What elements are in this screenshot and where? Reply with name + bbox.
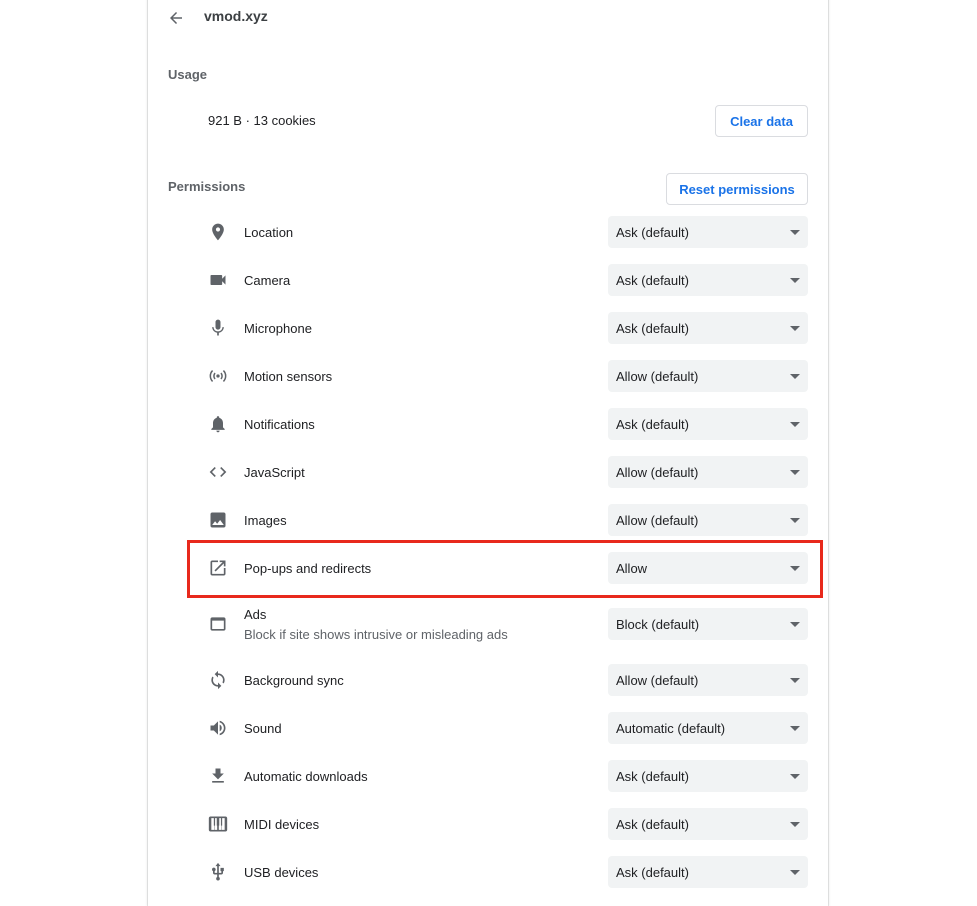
select-value: Allow (default) [616, 369, 699, 384]
permission-row-notifications: Notifications Ask (default) [148, 404, 828, 444]
notifications-select[interactable]: Ask (default) [608, 408, 808, 440]
permission-row-images: Images Allow (default) [148, 500, 828, 540]
permission-row-motion-sensors: Motion sensors Allow (default) [148, 356, 828, 396]
permission-row-popups: Pop-ups and redirects Allow [148, 548, 828, 588]
popups-select[interactable]: Allow [608, 552, 808, 584]
code-brackets-icon [206, 460, 230, 484]
images-select[interactable]: Allow (default) [608, 504, 808, 536]
speaker-icon [206, 716, 230, 740]
midi-devices-select[interactable]: Ask (default) [608, 808, 808, 840]
sound-select[interactable]: Automatic (default) [608, 712, 808, 744]
motion-sensors-icon [206, 364, 230, 388]
select-value: Ask (default) [616, 417, 689, 432]
permission-row-sound: Sound Automatic (default) [148, 708, 828, 748]
dropdown-arrow-icon [790, 278, 800, 283]
usb-icon [206, 860, 230, 884]
microphone-select[interactable]: Ask (default) [608, 312, 808, 344]
permission-label: Images [244, 513, 287, 528]
dropdown-arrow-icon [790, 726, 800, 731]
permission-label: USB devices [244, 865, 319, 880]
site-settings-card: vmod.xyz Usage 921 B · 13 cookies Clear … [148, 0, 828, 906]
image-icon [206, 508, 230, 532]
automatic-downloads-select[interactable]: Ask (default) [608, 760, 808, 792]
microphone-icon [206, 316, 230, 340]
bell-icon [206, 412, 230, 436]
dropdown-arrow-icon [790, 622, 800, 627]
dropdown-arrow-icon [790, 326, 800, 331]
permission-row-camera: Camera Ask (default) [148, 260, 828, 300]
permission-sublabel: Block if site shows intrusive or mislead… [244, 627, 508, 642]
dropdown-arrow-icon [790, 566, 800, 571]
back-button[interactable] [164, 6, 188, 30]
dropdown-arrow-icon [790, 230, 800, 235]
download-icon [206, 764, 230, 788]
permission-row-javascript: JavaScript Allow (default) [148, 452, 828, 492]
select-value: Ask (default) [616, 321, 689, 336]
page-header: vmod.xyz [148, 0, 828, 34]
permission-row-location: Location Ask (default) [148, 212, 828, 252]
ads-select[interactable]: Block (default) [608, 608, 808, 640]
permission-label: Notifications [244, 417, 315, 432]
permission-row-automatic-downloads: Automatic downloads Ask (default) [148, 756, 828, 796]
permission-label: Pop-ups and redirects [244, 561, 372, 576]
select-value: Allow (default) [616, 465, 699, 480]
camera-icon [206, 268, 230, 292]
select-value: Ask (default) [616, 817, 689, 832]
location-pin-icon [206, 220, 230, 244]
dropdown-arrow-icon [790, 822, 800, 827]
javascript-select[interactable]: Allow (default) [608, 456, 808, 488]
permission-row-microphone: Microphone Ask (default) [148, 308, 828, 348]
dropdown-arrow-icon [790, 470, 800, 475]
open-in-new-icon [206, 556, 230, 580]
select-value: Ask (default) [616, 225, 689, 240]
permission-label: Background sync [244, 673, 344, 688]
location-select[interactable]: Ask (default) [608, 216, 808, 248]
permission-label: Motion sensors [244, 369, 333, 384]
permission-label: Location [244, 225, 294, 240]
select-value: Block (default) [616, 617, 700, 632]
permission-label: Camera [244, 273, 291, 288]
piano-keys-icon [206, 812, 230, 836]
motion-sensors-select[interactable]: Allow (default) [608, 360, 808, 392]
dropdown-arrow-icon [790, 422, 800, 427]
dropdown-arrow-icon [790, 870, 800, 875]
permission-label: Automatic downloads [244, 769, 368, 784]
dropdown-arrow-icon [790, 518, 800, 523]
select-value: Ask (default) [616, 273, 689, 288]
site-title: vmod.xyz [204, 8, 268, 24]
permission-row-background-sync: Background sync Allow (default) [148, 660, 828, 700]
background-sync-select[interactable]: Allow (default) [608, 664, 808, 696]
permission-label: Sound [244, 721, 282, 736]
select-value: Allow (default) [616, 673, 699, 688]
select-value: Automatic (default) [616, 721, 726, 736]
browser-window-icon [206, 612, 230, 636]
permission-label: Ads [244, 607, 267, 622]
usage-summary: 921 B · 13 cookies [208, 113, 316, 128]
permission-label: JavaScript [244, 465, 305, 480]
camera-select[interactable]: Ask (default) [608, 264, 808, 296]
dropdown-arrow-icon [790, 374, 800, 379]
dropdown-arrow-icon [790, 678, 800, 683]
permissions-section-label: Permissions [168, 179, 246, 194]
usage-section-label: Usage [168, 67, 208, 82]
sync-icon [206, 668, 230, 692]
permission-row-ads: Ads Block if site shows intrusive or mis… [148, 596, 828, 652]
select-value: Allow (default) [616, 513, 699, 528]
select-value: Allow [616, 561, 648, 576]
permission-row-midi-devices: MIDI devices Ask (default) [148, 804, 828, 844]
clear-data-button[interactable]: Clear data [715, 105, 808, 137]
permission-label: Microphone [244, 321, 312, 336]
arrow-back-icon [167, 9, 185, 27]
permission-row-usb-devices: USB devices Ask (default) [148, 852, 828, 892]
usb-devices-select[interactable]: Ask (default) [608, 856, 808, 888]
select-value: Ask (default) [616, 769, 689, 784]
reset-permissions-button[interactable]: Reset permissions [666, 173, 808, 205]
dropdown-arrow-icon [790, 774, 800, 779]
select-value: Ask (default) [616, 865, 689, 880]
permission-label: MIDI devices [244, 817, 320, 832]
